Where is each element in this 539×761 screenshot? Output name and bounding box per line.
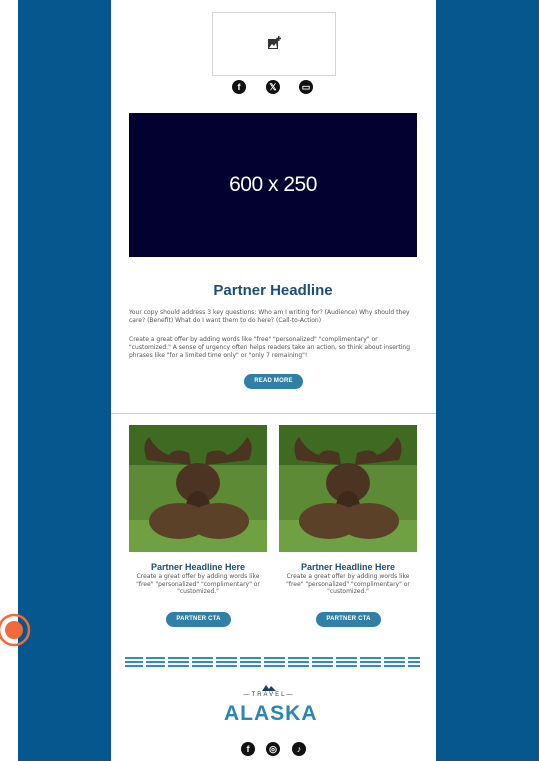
moose-image-left [129, 425, 267, 552]
card-copy-right: Create a great offer by adding words lik… [286, 573, 410, 595]
logo-image-placeholder[interactable] [212, 12, 336, 76]
travel-alaska-logo-top: —TRAVEL— [243, 692, 295, 698]
right-side-panel [436, 0, 539, 761]
body-paragraph-1: Your copy should address 3 key questions… [129, 309, 410, 324]
cursor-indicator-icon [0, 613, 31, 647]
x-twitter-icon[interactable]: 𝕏 [266, 80, 280, 94]
facebook-icon[interactable]: f [241, 742, 255, 756]
decorative-pattern-band [125, 655, 420, 669]
moose-image-right [279, 425, 417, 552]
banner-placeholder[interactable]: 600 x 250 [129, 113, 417, 257]
mountain-mark-icon [262, 685, 276, 691]
add-image-icon [268, 36, 281, 49]
card-headline-left: Partner Headline Here [150, 562, 246, 572]
read-more-button[interactable]: READ MORE [244, 374, 303, 389]
partner-headline: Partner Headline [213, 282, 333, 299]
partner-cta-button-left[interactable]: PARTNER CTA [166, 612, 231, 627]
body-paragraph-2: Create a great offer by adding words lik… [129, 336, 411, 359]
partner-cta-button-right[interactable]: PARTNER CTA [316, 612, 381, 627]
banner-size-label: 600 x 250 [229, 173, 317, 196]
facebook-icon[interactable]: f [232, 80, 246, 94]
chat-icon[interactable]: ▭ [299, 80, 313, 94]
travel-alaska-logo: ALASKA [224, 702, 318, 725]
instagram-icon[interactable]: ◎ [266, 742, 280, 756]
section-divider [111, 413, 436, 414]
card-headline-right: Partner Headline Here [300, 562, 396, 572]
tiktok-icon[interactable]: ♪ [292, 742, 306, 756]
card-copy-left: Create a great offer by adding words lik… [136, 573, 260, 595]
